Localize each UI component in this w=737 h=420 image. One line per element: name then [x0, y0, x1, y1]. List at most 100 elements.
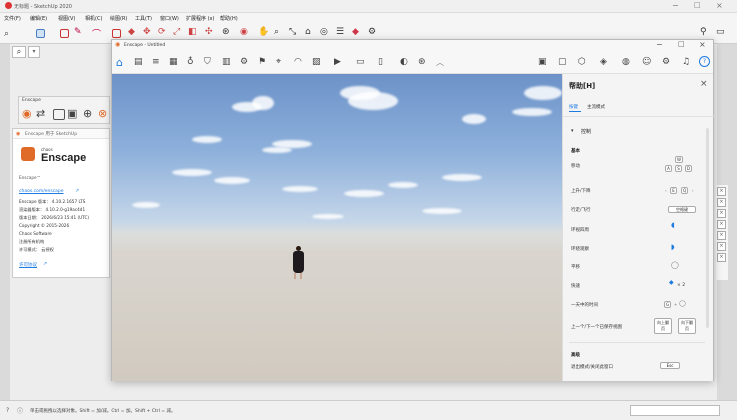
enscape-capture-icon[interactable] [53, 109, 65, 120]
extension-icon[interactable]: ◎ [320, 27, 328, 37]
orbit-tool-icon[interactable]: ◉ [240, 27, 248, 37]
tray-close-icon[interactable]: × [717, 242, 726, 251]
sketchup-title: 无标题 - SketchUp 2020 [14, 4, 72, 10]
menu-file[interactable]: 文件(F) [4, 15, 21, 22]
menu-extensions[interactable]: 扩展程序 (x) [186, 15, 214, 22]
menu-edit[interactable]: 编辑(E) [30, 15, 47, 22]
settings-icon[interactable]: ⚙ [662, 57, 670, 67]
window-icon[interactable]: ▢ [558, 57, 567, 67]
enscape-about-icon[interactable]: ⊗ [98, 107, 107, 120]
help-row-orbit: 环绕观察 ◗ [571, 243, 675, 252]
pan-tool-icon[interactable]: ✋ [258, 27, 269, 37]
feedback-icon[interactable]: ☺ [642, 57, 651, 67]
license-link[interactable]: 许可协议 [19, 262, 37, 268]
menu-view[interactable]: 视图(V) [58, 15, 75, 22]
mouse-wheel-icon: ◯ [679, 300, 686, 307]
rectangle-tool-icon[interactable] [112, 29, 121, 38]
menu-camera[interactable]: 相机(C) [85, 15, 102, 22]
viewport-dropdown-icon[interactable]: ▾ [28, 46, 40, 58]
notification-icon[interactable]: ♫ [682, 57, 690, 67]
export-icon[interactable]: ▯ [378, 57, 383, 67]
tray-close-icon[interactable]: × [717, 231, 726, 240]
enscape-sync-icon[interactable]: ⇄ [36, 107, 45, 120]
menu-window[interactable]: 窗口(W) [160, 15, 179, 22]
scale-tool-icon[interactable]: ⤢ [173, 27, 180, 37]
upload-icon[interactable]: ⊛ [418, 57, 426, 67]
document-icon[interactable]: ▤ [134, 57, 143, 67]
panorama-icon[interactable]: ◠ [294, 57, 302, 67]
zoom-extents-icon[interactable]: ⤡ [289, 27, 296, 37]
enscape-maximize-button[interactable]: □ [678, 40, 685, 48]
enscape-link[interactable]: chaos.com/enscape [19, 189, 64, 194]
tray-close-icon[interactable]: × [717, 253, 726, 262]
external-link-icon[interactable]: ↗ [75, 188, 79, 194]
enscape-settings-icon[interactable]: ⊕ [83, 107, 92, 120]
panel-icon[interactable]: ▦ [169, 57, 178, 67]
visual-settings-icon[interactable]: ▣ [538, 57, 547, 67]
extension-manager-icon[interactable]: ⚙ [368, 27, 376, 37]
viewport-search-icon[interactable]: ⌕ [12, 46, 26, 58]
camera-icon[interactable]: ⌖ [276, 57, 281, 67]
screenshot-icon[interactable]: ▭ [356, 57, 365, 67]
external-link-icon[interactable]: ↗ [43, 261, 47, 267]
material-icon[interactable]: ◈ [600, 57, 607, 67]
section-advanced: 高级 [571, 353, 580, 358]
pushpull-tool-icon[interactable]: ◆ [128, 27, 135, 37]
tray-close-icon[interactable]: × [717, 187, 726, 196]
collapse-chevron-icon[interactable]: ▾ [571, 128, 574, 134]
rotate-tool-icon[interactable]: ⟳ [158, 27, 166, 37]
ruby-icon[interactable]: ◆ [352, 27, 359, 37]
enscape-close-button[interactable]: × [699, 40, 706, 49]
tab-keys[interactable]: 按键 [569, 104, 578, 110]
building-icon[interactable]: ▥ [222, 57, 231, 67]
eraser-tool-icon[interactable] [60, 29, 69, 38]
enscape-render-viewport[interactable] [112, 74, 562, 381]
menu-draw[interactable]: 绘图(R) [110, 15, 127, 22]
shield-icon[interactable]: ⛉ [204, 57, 211, 67]
enscape-minimize-button[interactable]: − [656, 40, 663, 49]
about-title: Enscape 用于 SketchUp [25, 132, 78, 137]
mouse-left-icon: ◖ [671, 221, 675, 229]
arc-tool-icon[interactable]: ⌒ [92, 27, 101, 40]
measurements-box[interactable] [630, 405, 720, 416]
person-icon[interactable]: ⚲ [700, 27, 707, 37]
tray-close-icon[interactable]: × [717, 209, 726, 218]
tray-close-icon[interactable]: × [717, 220, 726, 229]
vr-icon[interactable]: ◐ [400, 57, 408, 67]
enscape-view-icon[interactable]: ▣ [67, 107, 77, 120]
pencil-tool-icon[interactable]: ✎ [74, 27, 82, 37]
menu-help[interactable]: 帮助(H) [220, 15, 238, 22]
palette-icon[interactable]: ◍ [622, 57, 630, 67]
info-icon[interactable]: ⓘ [17, 406, 23, 415]
home-icon[interactable]: ⌂ [116, 56, 123, 69]
help-close-icon[interactable]: × [700, 79, 708, 89]
layers-icon[interactable]: ☰ [336, 27, 344, 37]
search-icon[interactable]: ⌕ [4, 29, 9, 39]
asset-library-icon[interactable]: ⚙ [240, 57, 248, 67]
tray-close-icon[interactable]: × [717, 198, 726, 207]
help-circle-icon[interactable]: ? [6, 407, 9, 414]
video-icon[interactable]: ▶ [334, 57, 341, 67]
offset-tool-icon[interactable]: ◧ [188, 27, 197, 37]
status-text: 单击或拖拽以选择对象。Shift = 加/减。Ctrl = 加。Shift + … [30, 409, 176, 414]
help-icon[interactable]: ? [699, 56, 710, 67]
paint-tool-icon[interactable]: ⊛ [222, 27, 230, 37]
tape-tool-icon[interactable]: ✣ [205, 27, 213, 37]
list-icon[interactable]: ≡ [152, 57, 160, 67]
tab-main-mode[interactable]: 主流模式 [587, 104, 605, 110]
warehouse-icon[interactable]: ⌂ [305, 27, 311, 37]
minimize-button[interactable]: − [672, 1, 679, 10]
close-button[interactable]: × [716, 1, 723, 10]
zoom-tool-icon[interactable]: ⌕ [274, 27, 279, 37]
move-tool-icon[interactable]: ✥ [143, 27, 151, 37]
lightbulb-icon[interactable]: ♁ [187, 57, 194, 67]
menu-tools[interactable]: 工具(T) [135, 15, 152, 22]
maximize-button[interactable]: □ [694, 1, 701, 9]
cube-icon[interactable]: ⬡ [578, 57, 586, 67]
bookmark-icon[interactable]: ⚑ [258, 57, 266, 67]
image-icon[interactable]: ▨ [312, 57, 321, 67]
select-tool-icon[interactable] [36, 29, 45, 38]
chevron-up-icon[interactable]: ︿ [436, 57, 444, 68]
enscape-start-icon[interactable]: ◉ [22, 107, 32, 120]
tray-icon[interactable]: ▭ [716, 27, 725, 37]
